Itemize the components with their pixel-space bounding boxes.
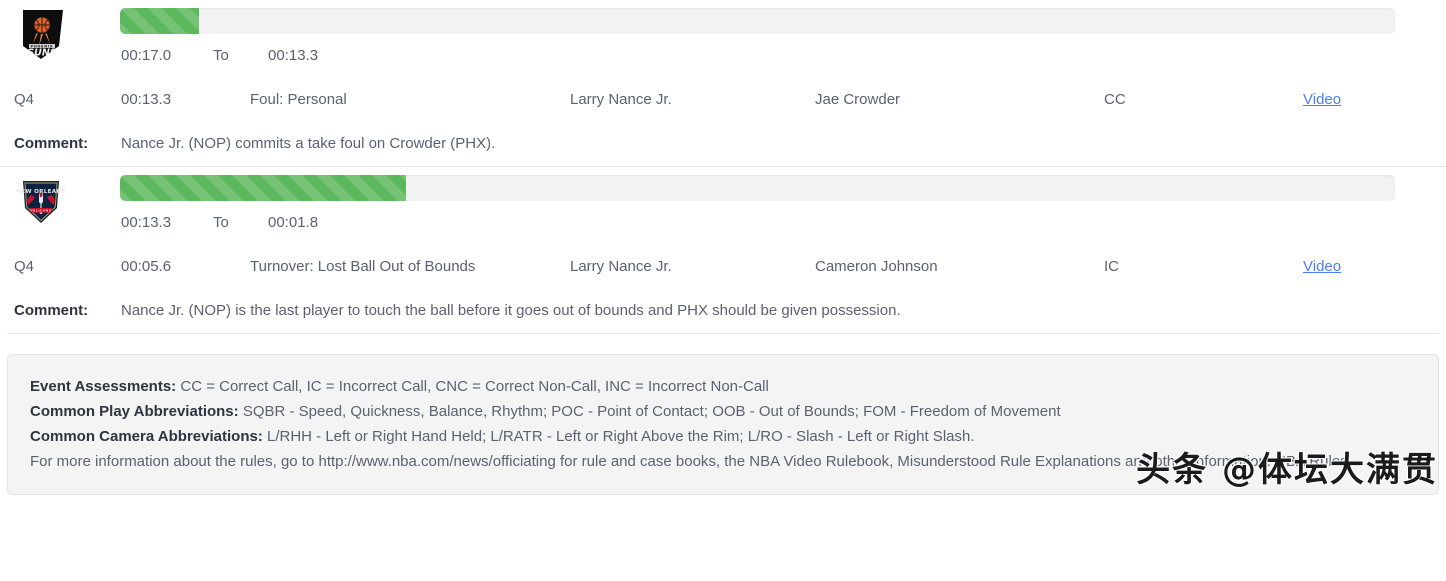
cell-committing-player: Larry Nance Jr. [570,258,672,275]
play-clock-progress [0,0,1446,34]
legend-panel: Event Assessments: CC = Correct Call, IC… [7,354,1439,495]
cell-disadvantaged-player: Jae Crowder [815,91,901,108]
comment-text: Nance Jr. (NOP) commits a take foul on C… [121,135,496,152]
legend-play-abbreviations: Common Play Abbreviations: SQBR - Speed,… [30,399,1416,424]
time-range-start: 00:17.0 [121,47,172,64]
legend-more-information: For more information about the rules, go… [30,453,1348,470]
play-comment: Comment: Nance Jr. (NOP) commits a take … [0,122,1446,166]
time-range-to-label: To [213,47,229,64]
cell-clock: 00:05.6 [121,258,172,275]
cell-committing-player: Larry Nance Jr. [570,91,672,108]
legend-event-assessments: Event Assessments: CC = Correct Call, IC… [30,374,1416,399]
progress-track [120,175,1395,201]
video-link[interactable]: Video [1303,78,1341,122]
legend-play-abbreviations-key: Common Play Abbreviations: [30,403,239,420]
play-time-range: 00:17.0 To 00:13.3 [0,34,1446,78]
section-divider [7,333,1439,334]
progress-fill [120,8,200,34]
cell-call-type: Turnover: Lost Ball Out of Bounds [250,258,476,275]
comment-label: Comment: [14,302,89,319]
time-range-start: 00:13.3 [121,214,172,231]
comment-label: Comment: [14,135,89,152]
cell-assessment: CC [1104,91,1126,108]
play-clock-progress [0,167,1446,201]
legend-play-abbreviations-value: SQBR - Speed, Quickness, Balance, Rhythm… [238,403,1061,420]
cell-clock: 00:13.3 [121,91,172,108]
legend-camera-abbreviations-value: L/RHH - Left or Right Hand Held; L/RATR … [262,428,975,445]
play-comment: Comment: Nance Jr. (NOP) is the last pla… [0,289,1446,333]
table-row: Q4 00:13.3 Foul: Personal Larry Nance Jr… [0,78,1446,122]
cell-call-type: Foul: Personal [250,91,347,108]
play-block: NEW ORLEANS PELICANS 00:13.3 To 00:01.8 … [0,166,1446,333]
legend-camera-abbreviations-key: Common Camera Abbreviations: [30,428,263,445]
cell-period: Q4 [14,91,35,108]
time-range-to-label: To [213,214,229,231]
last-two-minute-report: PHOENIX SUNS 00:17.0 To 00:13.3 Q4 00:13… [0,0,1446,495]
video-link[interactable]: Video [1303,245,1341,289]
cell-disadvantaged-player: Cameron Johnson [815,258,938,275]
legend-event-assessments-key: Event Assessments: [30,378,177,395]
progress-track [120,8,1395,34]
time-range-end: 00:01.8 [268,214,319,231]
legend-event-assessments-value: CC = Correct Call, IC = Incorrect Call, … [176,378,769,395]
cell-period: Q4 [14,258,35,275]
progress-fill [120,175,406,201]
play-block: PHOENIX SUNS 00:17.0 To 00:13.3 Q4 00:13… [0,0,1446,166]
comment-text: Nance Jr. (NOP) is the last player to to… [121,302,901,319]
cell-assessment: IC [1104,258,1119,275]
legend-camera-abbreviations: Common Camera Abbreviations: L/RHH - Lef… [30,424,1416,449]
table-row: Q4 00:05.6 Turnover: Lost Ball Out of Bo… [0,245,1446,289]
time-range-end: 00:13.3 [268,47,319,64]
play-time-range: 00:13.3 To 00:01.8 [0,201,1446,245]
